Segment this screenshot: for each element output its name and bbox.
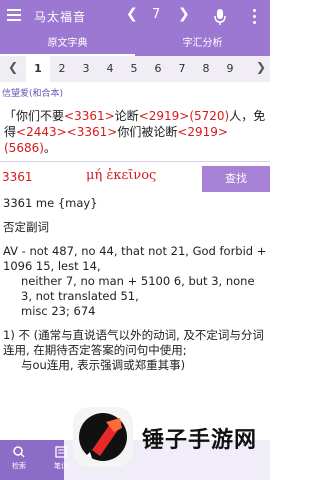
- verse-item[interactable]: 4: [98, 56, 122, 82]
- verse-segment: 。: [43, 141, 56, 155]
- verse-segment: 你们被论断: [117, 125, 178, 139]
- bible-version-label[interactable]: 信望爱(和合本): [2, 86, 63, 99]
- watermark-text: 锤子手游网: [142, 428, 258, 453]
- usage-line: neither 7, no man + 5100 6, but 3, none …: [21, 274, 255, 303]
- microphone-icon[interactable]: [212, 8, 228, 26]
- verse-item[interactable]: 6: [146, 56, 170, 82]
- verse-item[interactable]: 8: [194, 56, 218, 82]
- book-title[interactable]: 马太福音: [34, 8, 86, 25]
- verse-segment: 「你们不要: [4, 109, 65, 123]
- usage-counts: AV - not 487, no 44, that not 21, God fo…: [3, 244, 267, 319]
- verse-segment: 论断: [114, 109, 139, 123]
- verse-item[interactable]: 3: [74, 56, 98, 82]
- definition-heading: 3361 me {may}: [3, 196, 98, 210]
- verse-item[interactable]: 5: [122, 56, 146, 82]
- verse-left-arrow[interactable]: ❮: [8, 60, 18, 74]
- tab-original-dictionary[interactable]: 原文字典: [0, 32, 135, 56]
- strong-number: 3361: [2, 170, 33, 184]
- app-header: 马太福音 ❮ 7 ❯: [0, 0, 270, 32]
- strong-link[interactable]: <3361>: [64, 109, 115, 123]
- strong-link[interactable]: <2919>(5720): [139, 109, 230, 123]
- tab-bar: 原文字典 字汇分析: [0, 32, 270, 56]
- next-chapter-button[interactable]: ❯: [178, 6, 190, 22]
- usage-line: misc 23; 674: [21, 304, 96, 318]
- bottom-nav-label: 检索: [12, 462, 26, 470]
- tab-word-analysis[interactable]: 字汇分析: [135, 32, 270, 56]
- chapter-number[interactable]: 7: [152, 7, 160, 22]
- verse-item[interactable]: 1: [26, 56, 50, 82]
- meaning-item: 1) 不 (通常与直说语气以外的动词, 及不定词与分词连用, 在期待否定答案的问…: [3, 328, 264, 357]
- verse-selector: ❮ 1 2 3 4 5 6 7 8 9 ❯: [0, 56, 270, 82]
- meaning-item: 与ou连用, 表示强调或郑重其事): [21, 358, 186, 372]
- more-vert-icon[interactable]: [252, 7, 258, 25]
- menu-icon[interactable]: [6, 7, 22, 23]
- verse-item[interactable]: 9: [218, 56, 242, 82]
- verse-text: 「你们不要<3361>论断<2919>(5720)人，免得<2443><3361…: [0, 102, 270, 162]
- meaning-list: 1) 不 (通常与直说语气以外的动词, 及不定词与分词连用, 在期待否定答案的问…: [3, 328, 267, 373]
- strong-lookup-row: 3361 μή ἐκεῖνος 查找: [0, 164, 270, 192]
- watermark: 锤子手游网: [64, 394, 270, 480]
- usage-line: AV - not 487, no 44, that not 21, God fo…: [3, 244, 267, 273]
- verse-item[interactable]: 2: [50, 56, 74, 82]
- strong-link[interactable]: <2443><3361>: [16, 125, 117, 139]
- part-of-speech: 否定副词: [3, 220, 49, 234]
- search-icon: [13, 446, 25, 458]
- lookup-button[interactable]: 查找: [202, 166, 270, 192]
- verse-right-arrow[interactable]: ❯: [256, 60, 266, 74]
- hammer-logo: [73, 407, 133, 467]
- previous-chapter-button[interactable]: ❮: [126, 6, 138, 22]
- bottom-nav-search[interactable]: 检索: [4, 446, 34, 471]
- verse-item[interactable]: 7: [170, 56, 194, 82]
- greek-word: μή ἐκεῖνος: [86, 168, 157, 183]
